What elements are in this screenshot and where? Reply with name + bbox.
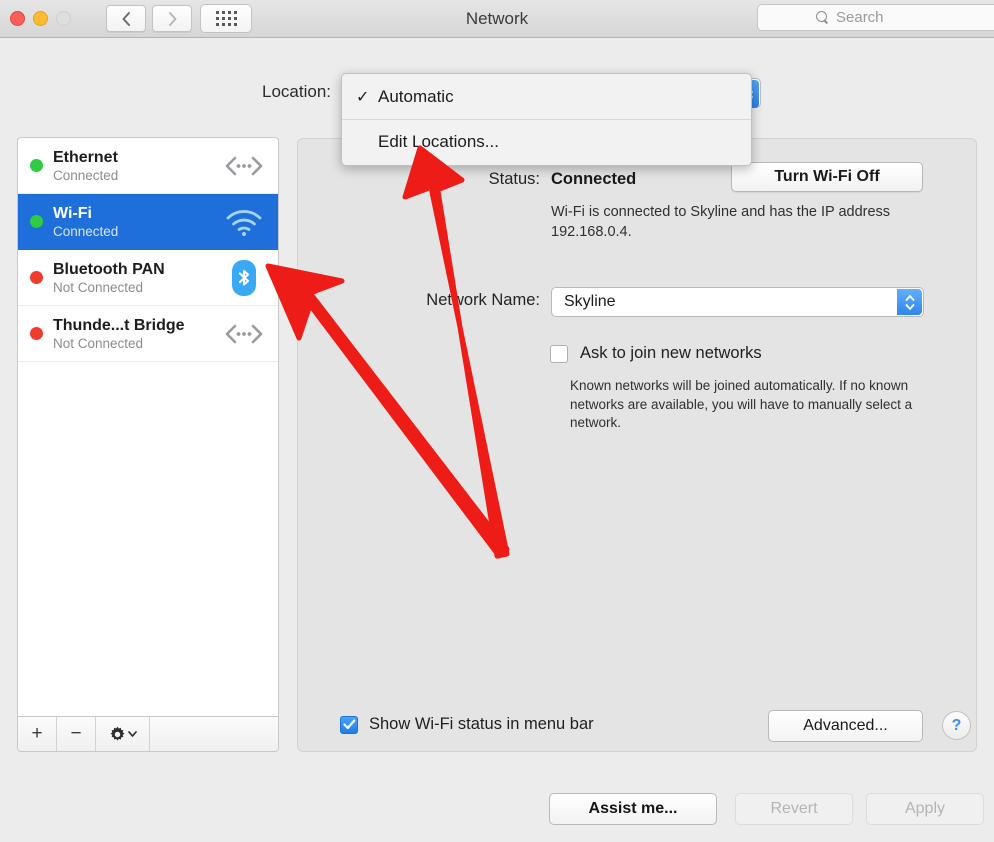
search-placeholder: Search <box>836 9 884 26</box>
ask-to-join-description: Known networks will be joined automatica… <box>570 378 913 430</box>
service-state: Not Connected <box>53 279 144 295</box>
service-state: Not Connected <box>53 335 144 351</box>
status-dot-green <box>30 159 43 172</box>
service-row-ethernet[interactable]: Ethernet Connected <box>18 138 278 194</box>
ethernet-icon <box>222 322 266 346</box>
network-name-popup-button[interactable]: Skyline <box>551 287 924 317</box>
service-actions-button[interactable] <box>96 717 150 751</box>
remove-service-button[interactable]: − <box>57 717 96 751</box>
search-field[interactable]: Search <box>757 4 994 31</box>
show-wifi-status-label: Show Wi-Fi status in menu bar <box>369 715 594 733</box>
status-label: Status: <box>488 170 540 188</box>
ask-to-join-label: Ask to join new networks <box>580 344 762 362</box>
service-name: Thunde...t Bridge <box>53 316 185 334</box>
checkmark-icon: ✓ <box>356 89 370 106</box>
service-name: Ethernet <box>53 148 118 166</box>
help-button[interactable]: ? <box>942 711 971 740</box>
service-state: Connected <box>53 167 119 183</box>
service-name: Bluetooth PAN <box>53 260 165 278</box>
ask-to-join-row[interactable]: Ask to join new networks <box>550 344 762 363</box>
menu-item-automatic[interactable]: ✓ Automatic <box>342 78 751 116</box>
menu-item-edit-locations[interactable]: Edit Locations... <box>342 123 751 161</box>
bluetooth-icon <box>222 259 266 297</box>
add-service-button[interactable]: + <box>18 717 57 751</box>
minus-icon: − <box>70 723 82 744</box>
show-wifi-status-row[interactable]: Show Wi-Fi status in menu bar <box>340 715 594 734</box>
chevron-up-icon <box>905 294 914 301</box>
services-toolbar: + − <box>18 716 278 751</box>
chevron-down-icon <box>127 731 137 737</box>
status-dot-green <box>30 215 43 228</box>
status-value: Connected <box>551 170 637 188</box>
service-text: Thunde...t Bridge Not Connected <box>53 316 222 352</box>
menu-separator <box>342 119 751 120</box>
advanced-button[interactable]: Advanced... <box>768 710 923 742</box>
ethernet-icon <box>222 154 266 178</box>
network-name-value: Skyline <box>564 293 616 310</box>
status-description: Wi-Fi is connected to Skyline and has th… <box>551 204 891 240</box>
network-name-label: Network Name: <box>426 291 540 309</box>
turn-wifi-off-button[interactable]: Turn Wi-Fi Off <box>731 162 923 192</box>
assist-me-button[interactable]: Assist me... <box>549 793 717 825</box>
apply-button: Apply <box>866 793 984 825</box>
service-name: Wi-Fi <box>53 204 92 222</box>
service-row-bluetooth-pan[interactable]: Bluetooth PAN Not Connected <box>18 250 278 306</box>
network-services-list[interactable]: Ethernet Connected Wi-Fi Connected Bluet… <box>17 137 279 752</box>
ask-to-join-checkbox[interactable] <box>550 344 568 363</box>
service-text: Ethernet Connected <box>53 148 222 184</box>
service-row-thunderbolt-bridge[interactable]: Thunde...t Bridge Not Connected <box>18 306 278 362</box>
location-dropdown-menu[interactable]: ✓ Automatic Edit Locations... <box>341 73 752 166</box>
status-dot-red <box>30 327 43 340</box>
status-dot-red <box>30 271 43 284</box>
network-preferences-window: Network Search Location: Ethernet Connec… <box>0 0 994 842</box>
network-name-stepper-arrows <box>897 289 922 315</box>
checkmark-icon <box>342 719 355 730</box>
gear-icon <box>110 726 124 741</box>
menu-item-label: Automatic <box>378 87 454 106</box>
plus-icon: + <box>31 723 43 744</box>
window-titlebar: Network Search <box>0 0 994 38</box>
service-row-wifi[interactable]: Wi-Fi Connected <box>18 194 278 250</box>
search-icon <box>816 11 829 24</box>
service-text: Bluetooth PAN Not Connected <box>53 260 222 296</box>
show-wifi-status-checkbox[interactable] <box>340 715 358 734</box>
menu-item-label: Edit Locations... <box>378 132 499 151</box>
service-state: Connected <box>53 223 119 239</box>
wifi-icon <box>222 207 266 237</box>
revert-button: Revert <box>735 793 853 825</box>
chevron-down-icon <box>905 303 914 310</box>
service-text: Wi-Fi Connected <box>53 204 222 240</box>
